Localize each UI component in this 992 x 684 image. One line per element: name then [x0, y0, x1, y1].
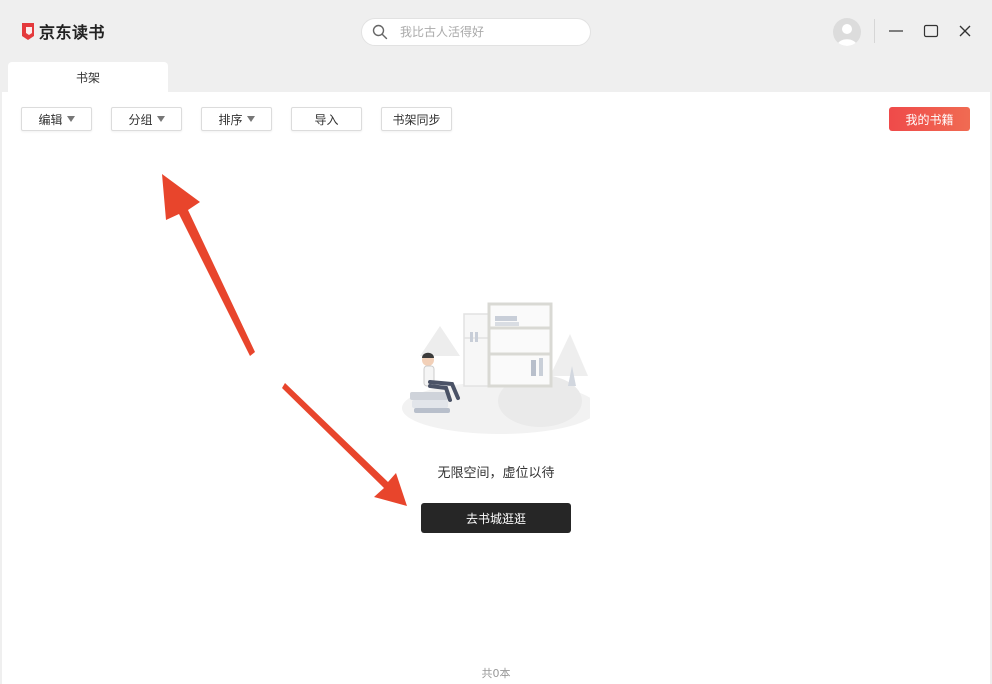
group-label: 分组 — [128, 112, 153, 127]
group-dropdown-button[interactable]: 分组 — [111, 107, 182, 131]
search-icon[interactable] — [372, 24, 388, 40]
sort-label: 排序 — [218, 112, 243, 127]
import-button[interactable]: 导入 — [291, 107, 362, 131]
edit-label: 编辑 — [38, 112, 63, 127]
avatar[interactable] — [833, 18, 861, 46]
avatar-icon — [837, 24, 857, 46]
dropdown-caret-icon — [156, 116, 165, 122]
maximize-button[interactable] — [921, 21, 941, 41]
window-controls-divider — [874, 19, 875, 43]
go-to-bookstore-label: 去书城逛逛 — [465, 511, 526, 526]
minimize-button[interactable] — [886, 21, 906, 41]
title-bar: 京东读书 — [0, 0, 992, 62]
import-label: 导入 — [314, 112, 339, 127]
go-to-bookstore-button[interactable]: 去书城逛逛 — [421, 503, 571, 533]
search-input[interactable] — [400, 25, 580, 39]
close-icon — [959, 25, 971, 37]
my-books-label: 我的书籍 — [905, 112, 954, 127]
app-logo: 京东读书 — [20, 20, 105, 42]
sync-label: 书架同步 — [392, 112, 441, 127]
close-button[interactable] — [955, 21, 975, 41]
sort-dropdown-button[interactable]: 排序 — [201, 107, 272, 131]
search-box[interactable] — [361, 18, 591, 46]
minimize-icon — [889, 30, 903, 32]
book-count: 共0本 — [481, 667, 511, 680]
app-title: 京东读书 — [39, 23, 106, 42]
dropdown-caret-icon — [246, 116, 255, 122]
dropdown-caret-icon — [66, 116, 75, 122]
empty-bookshelf-illustration — [400, 296, 598, 438]
my-books-button[interactable]: 我的书籍 — [889, 107, 970, 131]
jd-read-logo-icon — [20, 22, 36, 41]
tab-bookshelf-label: 书架 — [75, 70, 100, 85]
tab-bookshelf[interactable]: 书架 — [8, 62, 168, 92]
bookshelf-sync-button[interactable]: 书架同步 — [381, 107, 452, 131]
maximize-icon — [923, 24, 939, 38]
empty-state-message: 无限空间，虚位以待 — [437, 466, 555, 481]
edit-dropdown-button[interactable]: 编辑 — [21, 107, 92, 131]
